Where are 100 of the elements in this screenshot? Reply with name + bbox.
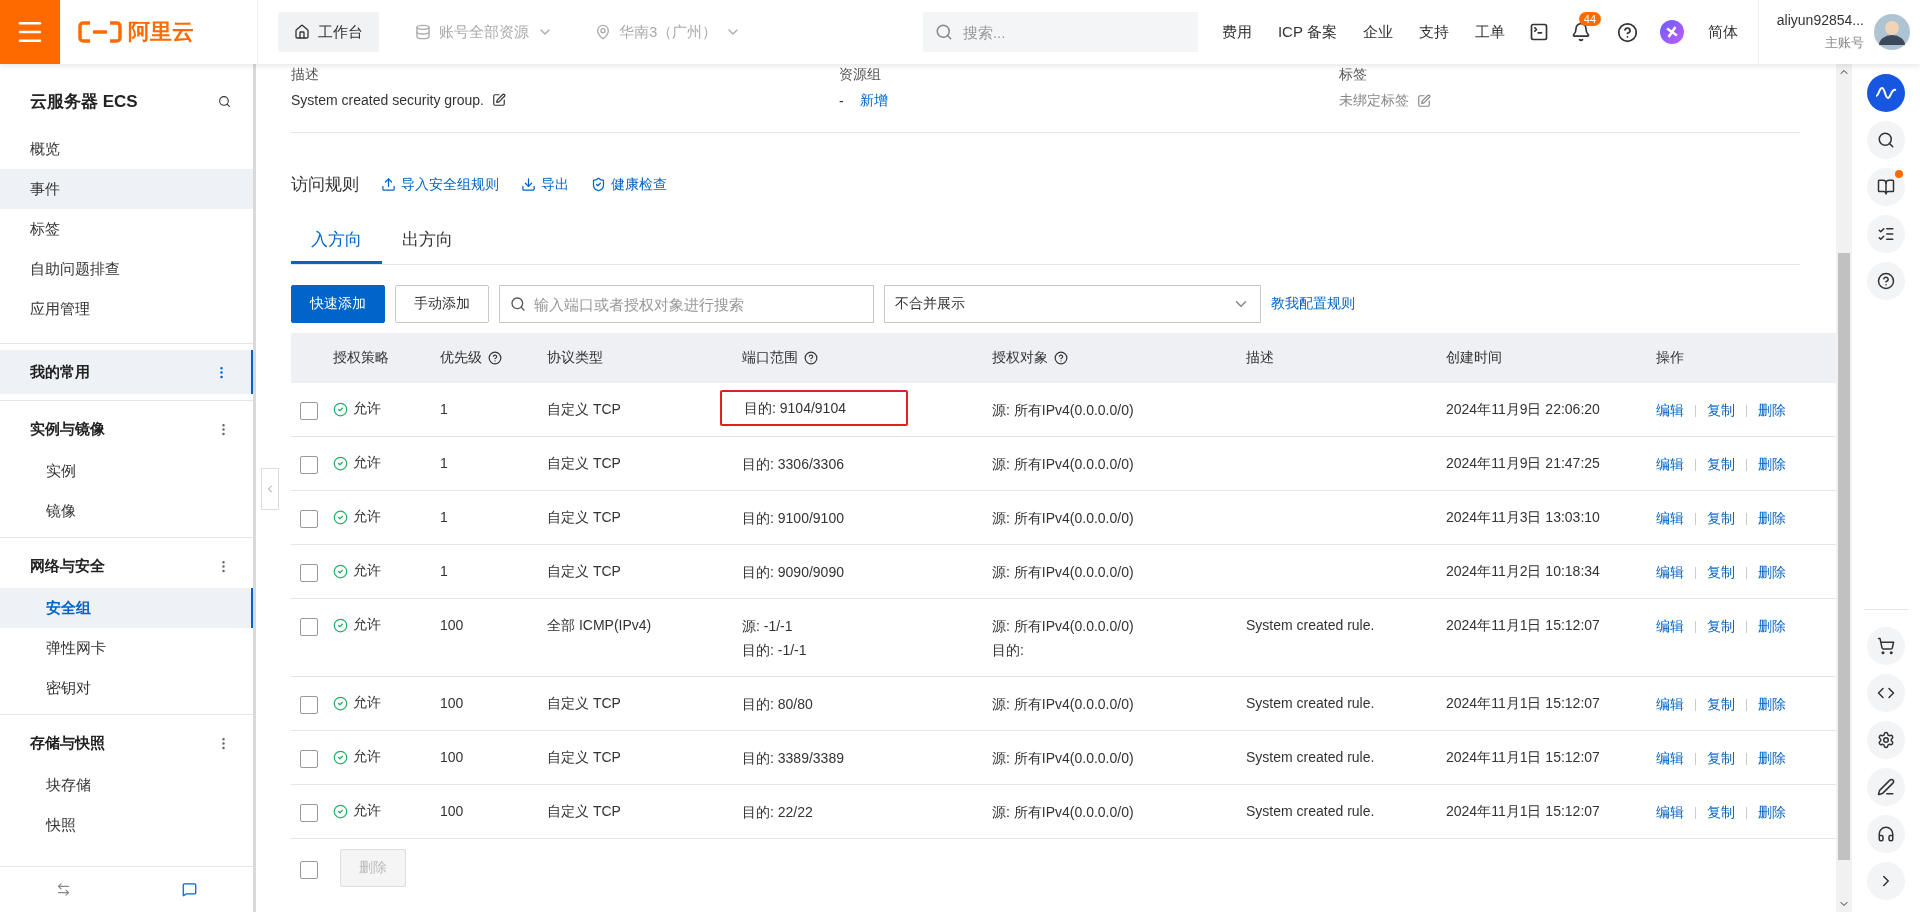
row-action-link[interactable]: 编辑	[1656, 696, 1684, 714]
row-action-link[interactable]: 复制	[1707, 696, 1735, 714]
row-action-link[interactable]: 编辑	[1656, 402, 1684, 420]
row-action-link[interactable]: 复制	[1707, 750, 1735, 768]
row-checkbox[interactable]	[300, 564, 318, 582]
search-icon[interactable]	[218, 95, 231, 108]
row-checkbox[interactable]	[300, 804, 318, 822]
sidebar-item[interactable]: 安全组	[0, 588, 253, 628]
sidebar-group-header[interactable]: 网络与安全	[0, 544, 253, 588]
sidebar-item[interactable]: 块存储	[0, 765, 253, 805]
row-action-link[interactable]: 删除	[1758, 618, 1786, 636]
rule-search-box[interactable]: 输入端口或者授权对象进行搜索	[499, 285, 874, 323]
settings-icon[interactable]	[1867, 721, 1905, 759]
sidebar-item[interactable]: 实例	[0, 451, 253, 491]
sidebar-item[interactable]: 概览	[0, 129, 253, 169]
row-action-link[interactable]: 复制	[1707, 456, 1735, 474]
pen-icon[interactable]	[1867, 768, 1905, 806]
notification-badge: 44	[1578, 12, 1602, 26]
table-cell: 允许	[353, 562, 381, 580]
search-field[interactable]: 搜索...	[960, 22, 1186, 42]
table-cell: 允许	[353, 748, 381, 766]
book-icon[interactable]	[1867, 168, 1905, 206]
cart-icon[interactable]	[1867, 627, 1905, 665]
workbench-button[interactable]: 工作台	[278, 12, 379, 52]
manual-add-button[interactable]: 手动添加	[395, 285, 489, 323]
section-action-link[interactable]: 导入安全组规则	[381, 175, 499, 194]
bell-icon[interactable]	[1570, 22, 1591, 42]
search-icon[interactable]	[1867, 121, 1905, 159]
select-all-checkbox[interactable]	[300, 861, 318, 879]
top-nav-link[interactable]: ICP 备案	[1277, 22, 1337, 42]
help-link[interactable]: 教我配置规则	[1271, 295, 1355, 313]
row-action-link[interactable]: 复制	[1707, 618, 1735, 636]
sidebar-item[interactable]: 应用管理	[0, 289, 253, 329]
sidebar-item[interactable]: 事件	[0, 169, 253, 209]
language-link[interactable]: 简体	[1707, 22, 1738, 42]
user-name[interactable]: aliyun92854...	[1776, 12, 1864, 28]
direction-tab[interactable]: 出方向	[382, 220, 473, 264]
table-cell-text: 目的: -1/-1	[742, 641, 807, 660]
sidebar-item[interactable]: 自助问题排查	[0, 249, 253, 289]
row-action-link[interactable]: 删除	[1758, 564, 1786, 582]
check-circle-icon	[333, 749, 348, 765]
message-icon[interactable]	[182, 882, 198, 897]
section-action-link[interactable]: 健康检查	[591, 175, 667, 194]
row-action-link[interactable]: 编辑	[1656, 564, 1684, 582]
row-action-link[interactable]: 删除	[1758, 750, 1786, 768]
quick-add-button[interactable]: 快速添加	[291, 285, 385, 323]
add-link[interactable]: 新增	[859, 92, 888, 110]
row-action-link[interactable]: 删除	[1758, 804, 1786, 822]
sidebar-item[interactable]: 弹性网卡	[0, 628, 253, 668]
headset-icon[interactable]	[1867, 815, 1905, 853]
checklist-icon[interactable]	[1867, 215, 1905, 253]
row-action-link[interactable]: 编辑	[1656, 456, 1684, 474]
sidebar-item[interactable]: 密钥对	[0, 668, 253, 708]
search-box[interactable]: 搜索...	[922, 12, 1198, 52]
table-cell-text: 目的: 22/22	[742, 803, 813, 822]
section-action-link[interactable]: 导出	[521, 175, 569, 194]
merge-select[interactable]: 不合并展示	[884, 285, 1261, 323]
row-checkbox[interactable]	[300, 456, 318, 474]
terminal-icon[interactable]	[1528, 22, 1549, 42]
help-icon[interactable]	[1867, 262, 1905, 300]
scrollbar[interactable]	[1836, 64, 1852, 912]
top-nav-link[interactable]: 工单	[1474, 22, 1505, 42]
menu-button[interactable]	[0, 0, 60, 64]
sidebar-group-header[interactable]: 实例与镜像	[0, 407, 253, 451]
assistant-icon[interactable]	[1867, 74, 1905, 112]
row-action-link[interactable]: 编辑	[1656, 618, 1684, 636]
sidebar-item[interactable]: 快照	[0, 805, 253, 845]
sidebar-item[interactable]: 标签	[0, 209, 253, 249]
top-nav-link[interactable]: 费用	[1221, 22, 1252, 42]
row-action-link[interactable]: 删除	[1758, 402, 1786, 420]
sidebar-group-header[interactable]: 存储与快照	[0, 721, 253, 765]
top-nav-link[interactable]: 支持	[1418, 22, 1449, 42]
sidebar-item[interactable]: 镜像	[0, 491, 253, 531]
api-icon[interactable]	[1867, 674, 1905, 712]
direction-tab[interactable]: 入方向	[291, 220, 382, 264]
row-action-link[interactable]: 复制	[1707, 804, 1735, 822]
row-action-link[interactable]: 删除	[1758, 510, 1786, 528]
sparkle-icon[interactable]	[1659, 20, 1684, 44]
switch-icon[interactable]	[55, 882, 71, 897]
help-icon[interactable]	[1616, 21, 1638, 43]
row-checkbox[interactable]	[300, 696, 318, 714]
edit-icon[interactable]	[492, 93, 506, 107]
row-action-link[interactable]: 删除	[1758, 696, 1786, 714]
row-checkbox[interactable]	[300, 402, 318, 420]
row-action-link[interactable]: 删除	[1758, 456, 1786, 474]
row-checkbox[interactable]	[300, 618, 318, 636]
table-cell: 允许	[353, 454, 381, 472]
row-action-link[interactable]: 编辑	[1656, 804, 1684, 822]
collapse-handle[interactable]	[261, 468, 279, 510]
rule-search-field[interactable]: 输入端口或者授权对象进行搜索	[532, 294, 863, 314]
row-checkbox[interactable]	[300, 750, 318, 768]
row-action-link[interactable]: 编辑	[1656, 510, 1684, 528]
table-cell-text: System created rule.	[1246, 748, 1376, 766]
row-action-link[interactable]: 复制	[1707, 510, 1735, 528]
row-checkbox[interactable]	[300, 510, 318, 528]
row-action-link[interactable]: 复制	[1707, 564, 1735, 582]
top-nav-link[interactable]: 企业	[1362, 22, 1393, 42]
row-action-link[interactable]: 编辑	[1656, 750, 1684, 768]
row-action-link[interactable]: 复制	[1707, 402, 1735, 420]
sidebar-group-header[interactable]: 我的常用	[0, 350, 253, 394]
